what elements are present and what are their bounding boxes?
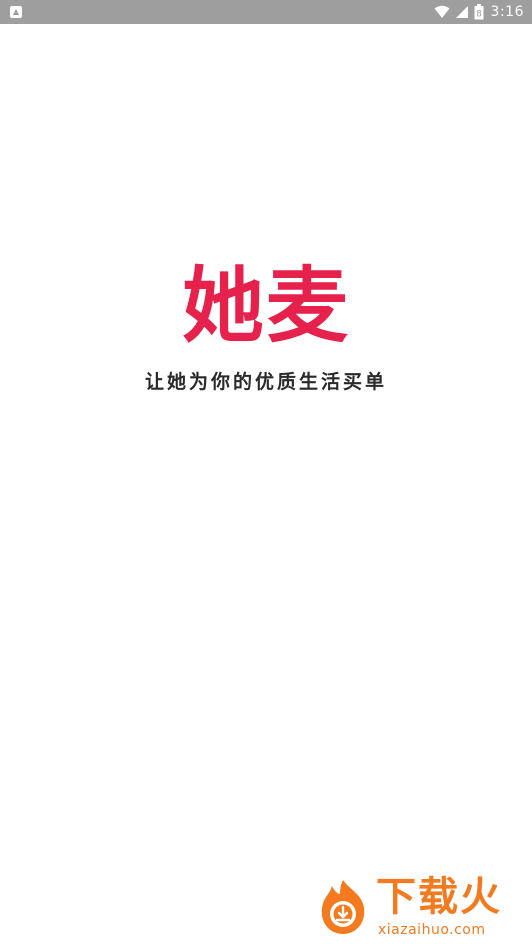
slogan-text: 让她为你的优质生活买单 [144,371,387,393]
watermark-flame-icon [312,876,374,938]
status-clock: 3:16 [490,4,524,20]
status-bar: 8 3:16 [0,0,532,24]
cell-signal-icon [455,5,469,19]
watermark-title: 下载火 [376,874,502,920]
brand-block: 她麦 让她为你的优质生活买单 [0,262,532,394]
app-logo: 她麦 [181,259,350,354]
battery-level: 8 [476,10,482,20]
battery-icon: 8 [474,4,484,20]
status-icons: 8 3:16 [434,3,524,21]
watermark-url: xiazaihuo.com [378,922,486,938]
notification-icon [10,6,22,18]
splash-screen: 8 3:16 她麦 让她为你的优质生活买单 下载火 xiazaihuo.com [0,0,532,944]
wifi-icon [434,5,450,19]
watermark: 下载火 xiazaihuo.com [312,872,528,940]
